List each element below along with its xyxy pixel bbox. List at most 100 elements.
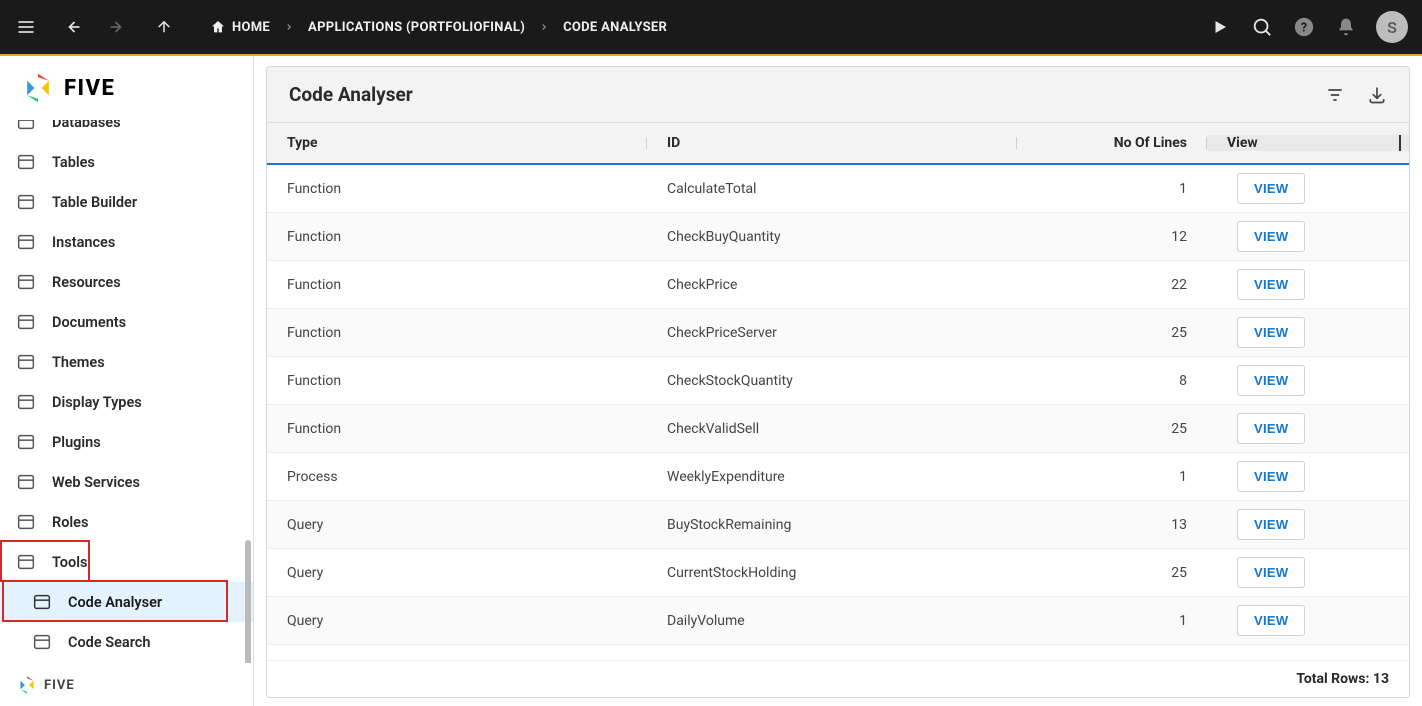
nav-up-icon[interactable]: [152, 15, 176, 39]
sidebar-item-form-code[interactable]: Form Code: [0, 662, 253, 663]
notifications-icon[interactable]: [1334, 15, 1358, 39]
tools-icon: [14, 550, 38, 574]
view-button[interactable]: VIEW: [1237, 221, 1305, 252]
table-row: QueryDailyVolume1VIEW: [267, 597, 1409, 645]
help-icon[interactable]: ?: [1292, 15, 1316, 39]
instances-icon: [14, 230, 38, 254]
web-services-icon: [14, 470, 38, 494]
cell-lines: 1: [1017, 613, 1207, 629]
cell-lines: 22: [1017, 277, 1207, 293]
sidebar-item-tables[interactable]: Tables: [0, 142, 253, 182]
avatar[interactable]: S: [1376, 11, 1408, 43]
table-body: FunctionCalculateTotal1VIEWFunctionCheck…: [267, 165, 1409, 660]
view-button[interactable]: VIEW: [1237, 365, 1305, 396]
cell-view: VIEW: [1207, 605, 1409, 636]
sidebar-item-label: Roles: [52, 514, 88, 531]
table-row: FunctionCheckValidSell25VIEW: [267, 405, 1409, 453]
column-id[interactable]: ID: [647, 135, 1017, 151]
sidebar-item-code-analyser[interactable]: Code Analyser: [0, 582, 253, 622]
brand-logo[interactable]: FIVE: [0, 56, 253, 120]
table-header: Type ID No Of Lines View: [267, 123, 1409, 165]
sidebar-item-label: Code Search: [68, 634, 150, 651]
column-view[interactable]: View: [1207, 135, 1409, 151]
resources-icon: [14, 270, 38, 294]
breadcrumb-item[interactable]: CODE ANALYSER: [563, 20, 667, 35]
cell-id: CalculateTotal: [647, 181, 1017, 197]
sidebar-item-roles[interactable]: Roles: [0, 502, 253, 542]
column-type[interactable]: Type: [267, 135, 647, 151]
sidebar-item-instances[interactable]: Instances: [0, 222, 253, 262]
sidebar-item-documents[interactable]: Documents: [0, 302, 253, 342]
view-button[interactable]: VIEW: [1237, 605, 1305, 636]
table-builder-icon: [14, 190, 38, 214]
sidebar-item-label: Table Builder: [52, 194, 137, 211]
view-button[interactable]: VIEW: [1237, 269, 1305, 300]
view-button[interactable]: VIEW: [1237, 317, 1305, 348]
cell-view: VIEW: [1207, 269, 1409, 300]
cell-lines: 25: [1017, 325, 1207, 341]
column-lines[interactable]: No Of Lines: [1017, 135, 1207, 151]
sidebar-item-label: Themes: [52, 354, 105, 371]
sidebar-item-web-services[interactable]: Web Services: [0, 462, 253, 502]
sidebar-item-resources[interactable]: Resources: [0, 262, 253, 302]
cell-id: CheckBuyQuantity: [647, 229, 1017, 245]
view-button[interactable]: VIEW: [1237, 173, 1305, 204]
search-icon[interactable]: [1250, 15, 1274, 39]
footer-logo[interactable]: FIVE: [0, 663, 253, 706]
sidebar-item-themes[interactable]: Themes: [0, 342, 253, 382]
filter-icon[interactable]: [1325, 85, 1345, 105]
download-icon[interactable]: [1367, 85, 1387, 105]
sidebar-item-label: Resources: [52, 274, 121, 291]
sidebar-item-databases[interactable]: Databases: [0, 120, 253, 142]
table-row: FunctionCheckPrice22VIEW: [267, 261, 1409, 309]
cell-id: CheckPriceServer: [647, 325, 1017, 341]
cell-lines: 13: [1017, 517, 1207, 533]
view-button[interactable]: VIEW: [1237, 413, 1305, 444]
cell-type: Function: [267, 421, 647, 437]
table-row: FunctionCalculateTotal1VIEW: [267, 165, 1409, 213]
sidebar-item-label: Web Services: [52, 474, 140, 491]
view-button[interactable]: VIEW: [1237, 509, 1305, 540]
table-row: ProcessWeeklyExpenditure1VIEW: [267, 453, 1409, 501]
cell-id: CheckStockQuantity: [647, 373, 1017, 389]
cell-type: Query: [267, 565, 647, 581]
sidebar-item-table-builder[interactable]: Table Builder: [0, 182, 253, 222]
display-types-icon: [14, 390, 38, 414]
cell-view: VIEW: [1207, 365, 1409, 396]
sidebar-item-label: Tools: [52, 554, 87, 571]
sidebar-item-label: Plugins: [52, 434, 101, 451]
sidebar-item-label: Tables: [52, 154, 95, 171]
breadcrumb-item[interactable]: HOME: [210, 19, 270, 35]
cell-view: VIEW: [1207, 509, 1409, 540]
footer-brand-text: FIVE: [44, 678, 75, 693]
nav-forward-icon: [106, 15, 130, 39]
sidebar-item-label: Databases: [52, 120, 121, 131]
view-button[interactable]: VIEW: [1237, 557, 1305, 588]
table-row: FunctionCheckStockQuantity8VIEW: [267, 357, 1409, 405]
sidebar-item-code-search[interactable]: Code Search: [0, 622, 253, 662]
sidebar-item-label: Display Types: [52, 394, 142, 411]
panel-title: Code Analyser: [289, 83, 413, 106]
cell-lines: 1: [1017, 469, 1207, 485]
table-row: QueryBuyStockRemaining13VIEW: [267, 501, 1409, 549]
menu-icon[interactable]: [14, 15, 38, 39]
sidebar-scrollbar[interactable]: [245, 540, 251, 663]
top-bar: HOME APPLICATIONS (PORTFOLIOFINAL) CODE AN…: [0, 0, 1422, 54]
table-row: FunctionCheckBuyQuantity12VIEW: [267, 213, 1409, 261]
breadcrumb-item[interactable]: APPLICATIONS (PORTFOLIOFINAL): [308, 20, 525, 35]
cell-view: VIEW: [1207, 557, 1409, 588]
sidebar-item-plugins[interactable]: Plugins: [0, 422, 253, 462]
main-content: Code Analyser Type ID No Of Lines View F…: [254, 56, 1422, 706]
cell-type: Function: [267, 325, 647, 341]
cell-id: DailyVolume: [647, 613, 1017, 629]
play-icon[interactable]: [1208, 15, 1232, 39]
sidebar-item-tools[interactable]: Tools: [0, 542, 253, 582]
sidebar-item-display-types[interactable]: Display Types: [0, 382, 253, 422]
nav-back-icon[interactable]: [60, 15, 84, 39]
cell-type: Function: [267, 181, 647, 197]
cell-view: VIEW: [1207, 461, 1409, 492]
cell-view: VIEW: [1207, 221, 1409, 252]
roles-icon: [14, 510, 38, 534]
cell-lines: 8: [1017, 373, 1207, 389]
view-button[interactable]: VIEW: [1237, 461, 1305, 492]
